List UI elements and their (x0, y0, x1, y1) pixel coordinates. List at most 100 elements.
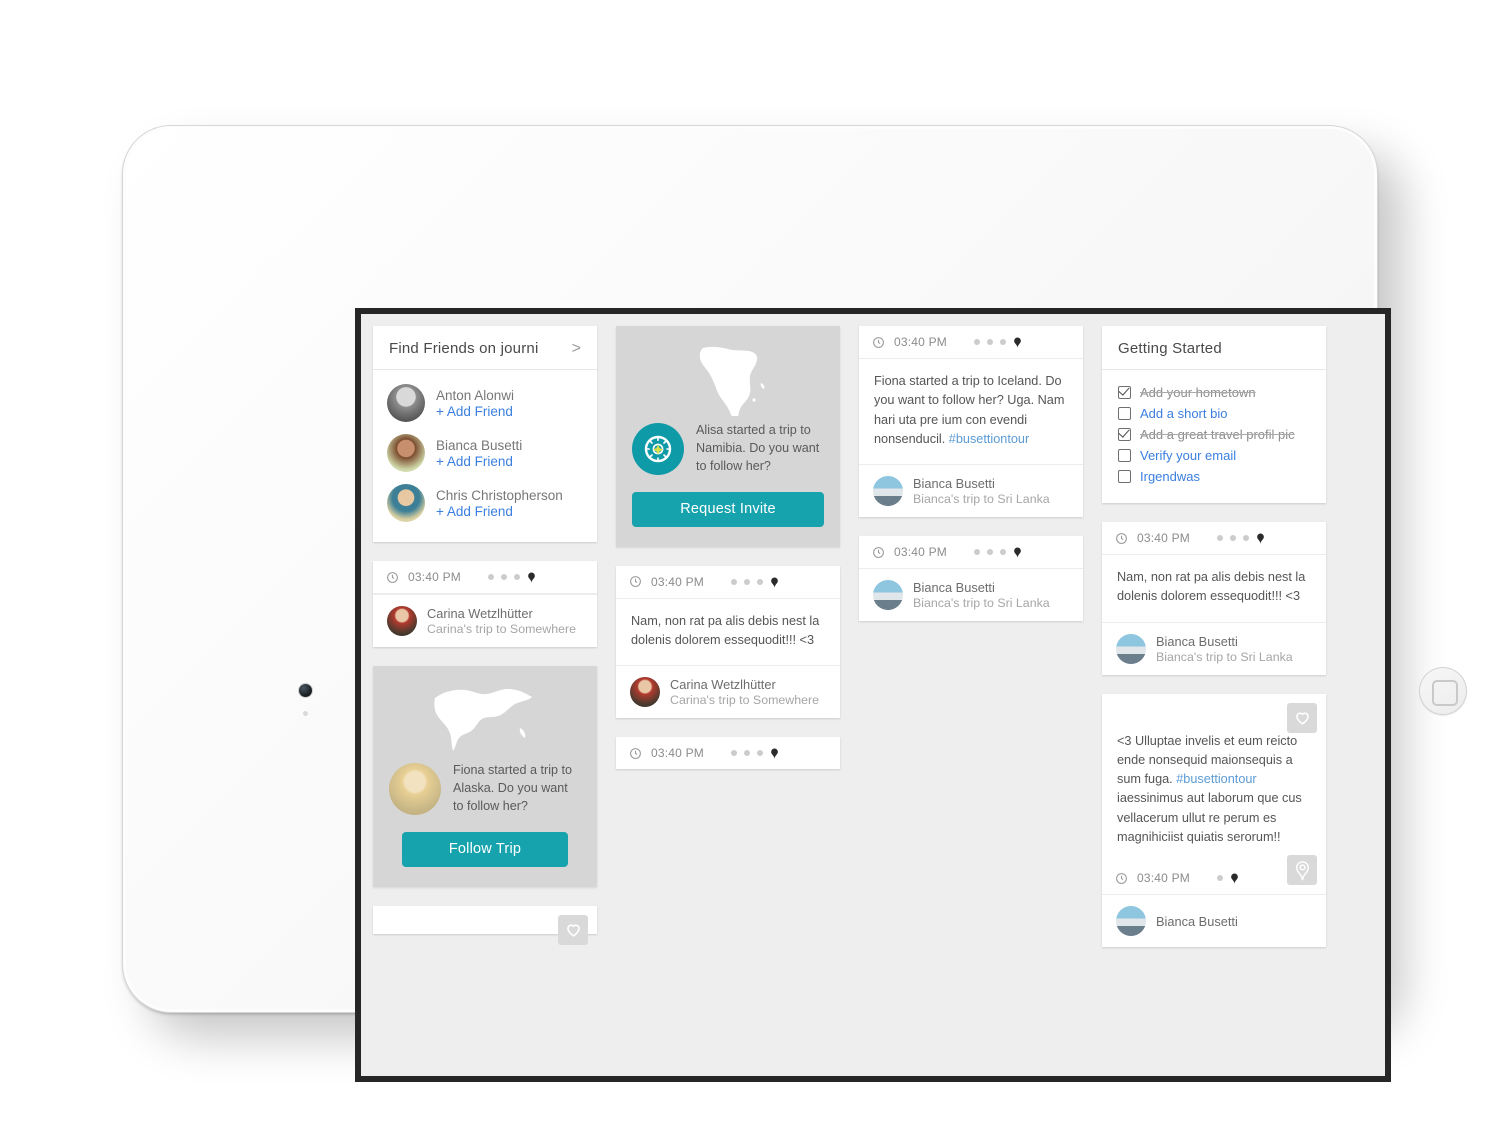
friend-name: Chris Christopherson (436, 487, 563, 503)
checkbox-icon[interactable] (1118, 449, 1131, 462)
post-author[interactable]: Bianca Busetti (1102, 895, 1326, 947)
avatar (630, 677, 660, 708)
clock-icon (1116, 532, 1127, 544)
post-meta-row: 03:40 PM (1102, 522, 1326, 555)
checkbox-icon[interactable] (1118, 470, 1131, 483)
find-friends-header[interactable]: Find Friends on journi > (373, 326, 597, 370)
post-author[interactable]: Carina Wetzlhütter Carina's trip to Some… (616, 665, 840, 718)
hashtag-link[interactable]: #busettiontour (1176, 772, 1256, 786)
author-name: Bianca Busetti (1156, 633, 1238, 649)
post-time: 03:40 PM (894, 335, 947, 349)
post-author[interactable]: Bianca Busetti Bianca's trip to Sri Lank… (859, 464, 1083, 517)
avatar (389, 762, 441, 815)
find-friends-title: Find Friends on journi (389, 340, 539, 357)
add-friend-link[interactable]: + Add Friend (436, 504, 563, 519)
friend-suggestion-row: Chris Christopherson + Add Friend (387, 478, 583, 528)
screen-bezel: Find Friends on journi > Anton Alonwi + … (355, 308, 1391, 1082)
post-card-bird: 03:40 PM Nam, non rat pa alis debis nest… (1102, 522, 1326, 675)
post-step-dots[interactable] (487, 571, 536, 583)
post-author[interactable]: Carina Wetzlhütter Carina's trip to Some… (373, 594, 597, 647)
avatar (1116, 633, 1146, 664)
post-card-fish: 03:40 PM (616, 737, 840, 770)
post-meta-row: 03:40 PM (1102, 855, 1326, 896)
avatar (387, 484, 425, 522)
post-step-dots[interactable] (730, 576, 779, 588)
app-screen: Find Friends on journi > Anton Alonwi + … (361, 314, 1385, 1076)
checklist-label: Verify your email (1140, 448, 1237, 463)
checklist-item-irgendwas[interactable]: Irgendwas (1118, 466, 1310, 487)
post-time: 03:40 PM (1137, 871, 1190, 886)
favorite-heart-icon[interactable] (558, 914, 588, 945)
post-time: 03:40 PM (651, 574, 704, 589)
post-card-villa: 03:40 PM Carina Wetzlhütter Carina's tri… (373, 561, 597, 647)
post-time: 03:40 PM (894, 545, 947, 560)
request-invite-card: Alisa started a trip to Namibia. Do you … (616, 326, 840, 547)
author-trip: Bianca's trip to Sri Lanka (913, 596, 1050, 611)
avatar (387, 384, 425, 422)
feed-column-4: Getting Started Add your hometown Add a … (1102, 326, 1326, 948)
post-step-dots[interactable] (1216, 872, 1239, 885)
location-pin-icon[interactable] (1287, 855, 1317, 886)
checkbox-icon[interactable] (1118, 407, 1131, 420)
post-step-dots[interactable] (730, 747, 779, 760)
request-invite-button[interactable]: Request Invite (632, 491, 824, 527)
post-step-dots[interactable] (973, 336, 1022, 348)
checklist-item-profile-pic[interactable]: Add a great travel profil pic (1118, 424, 1310, 445)
feed-column-2: Alisa started a trip to Namibia. Do you … (616, 326, 840, 947)
post-step-dots[interactable] (973, 546, 1022, 559)
pin-dot-icon (528, 572, 535, 583)
hashtag-link[interactable]: #busettiontour (949, 432, 1029, 446)
checklist-label: Irgendwas (1140, 469, 1200, 484)
post-card-ocean: 03:40 PM Fiona started a trip to Iceland… (859, 326, 1083, 518)
post-text: Fiona started a trip to Iceland. Do you … (859, 359, 1083, 464)
clock-icon (630, 747, 641, 759)
post-time: 03:40 PM (1137, 531, 1190, 545)
post-time: 03:40 PM (651, 746, 704, 761)
chevron-right-icon[interactable]: > (572, 340, 581, 357)
friend-suggestion-row: Bianca Busetti + Add Friend (387, 428, 583, 478)
add-friend-link[interactable]: + Add Friend (436, 404, 514, 419)
follow-trip-button[interactable]: Follow Trip (402, 831, 568, 867)
checklist-item-bio[interactable]: Add a short bio (1118, 403, 1310, 424)
post-text-body-2: iaessinimus aut laborum que cus vellacer… (1117, 791, 1302, 845)
post-meta-row: 03:40 PM (616, 566, 840, 599)
feed-column-3: 03:40 PM Fiona started a trip to Iceland… (859, 326, 1083, 947)
add-friend-link[interactable]: + Add Friend (436, 454, 522, 469)
avatar (873, 580, 903, 611)
invite-text: Alisa started a trip to Namibia. Do you … (696, 423, 820, 473)
africa-map-icon (632, 342, 824, 416)
find-friends-list: Anton Alonwi + Add Friend Bianca Busetti… (373, 370, 597, 542)
pin-dot-icon (1257, 533, 1264, 544)
post-author[interactable]: Bianca Busetti Bianca's trip to Sri Lank… (1102, 621, 1326, 675)
checkbox-checked-icon[interactable] (1118, 428, 1131, 441)
avatar (387, 606, 417, 636)
getting-started-panel: Getting Started Add your hometown Add a … (1102, 326, 1326, 503)
clock-icon (1116, 872, 1127, 884)
post-time: 03:40 PM (408, 570, 461, 584)
post-meta-row: 03:40 PM (373, 561, 597, 594)
tablet-device-frame: Find Friends on journi > Anton Alonwi + … (123, 126, 1467, 1082)
post-text: Nam, non rat pa alis debis nest la dolen… (1117, 570, 1306, 604)
clock-icon (873, 546, 884, 558)
compass-icon (632, 422, 684, 475)
home-button[interactable] (1419, 667, 1467, 715)
post-author[interactable]: Bianca Busetti Bianca's trip to Sri Lank… (859, 569, 1083, 621)
post-card-partial (373, 905, 597, 945)
checklist-item-verify-email[interactable]: Verify your email (1118, 445, 1310, 466)
favorite-heart-icon[interactable] (1287, 702, 1317, 733)
avatar (387, 434, 425, 472)
pin-dot-icon (1014, 547, 1021, 559)
checklist-item-hometown[interactable]: Add your hometown (1118, 382, 1310, 403)
checkbox-checked-icon[interactable] (1118, 386, 1131, 399)
checklist-label: Add a great travel profil pic (1140, 427, 1295, 442)
find-friends-panel: Find Friends on journi > Anton Alonwi + … (373, 326, 597, 542)
post-step-dots[interactable] (1216, 532, 1265, 544)
post-meta-row: 03:40 PM (859, 326, 1083, 359)
pin-dot-icon (1231, 873, 1238, 885)
avatar (873, 476, 903, 507)
post-meta-row: 03:40 PM (859, 536, 1083, 570)
clock-icon (630, 576, 641, 588)
clock-icon (387, 571, 398, 583)
getting-started-title: Getting Started (1118, 340, 1222, 357)
pin-dot-icon (1014, 337, 1021, 348)
